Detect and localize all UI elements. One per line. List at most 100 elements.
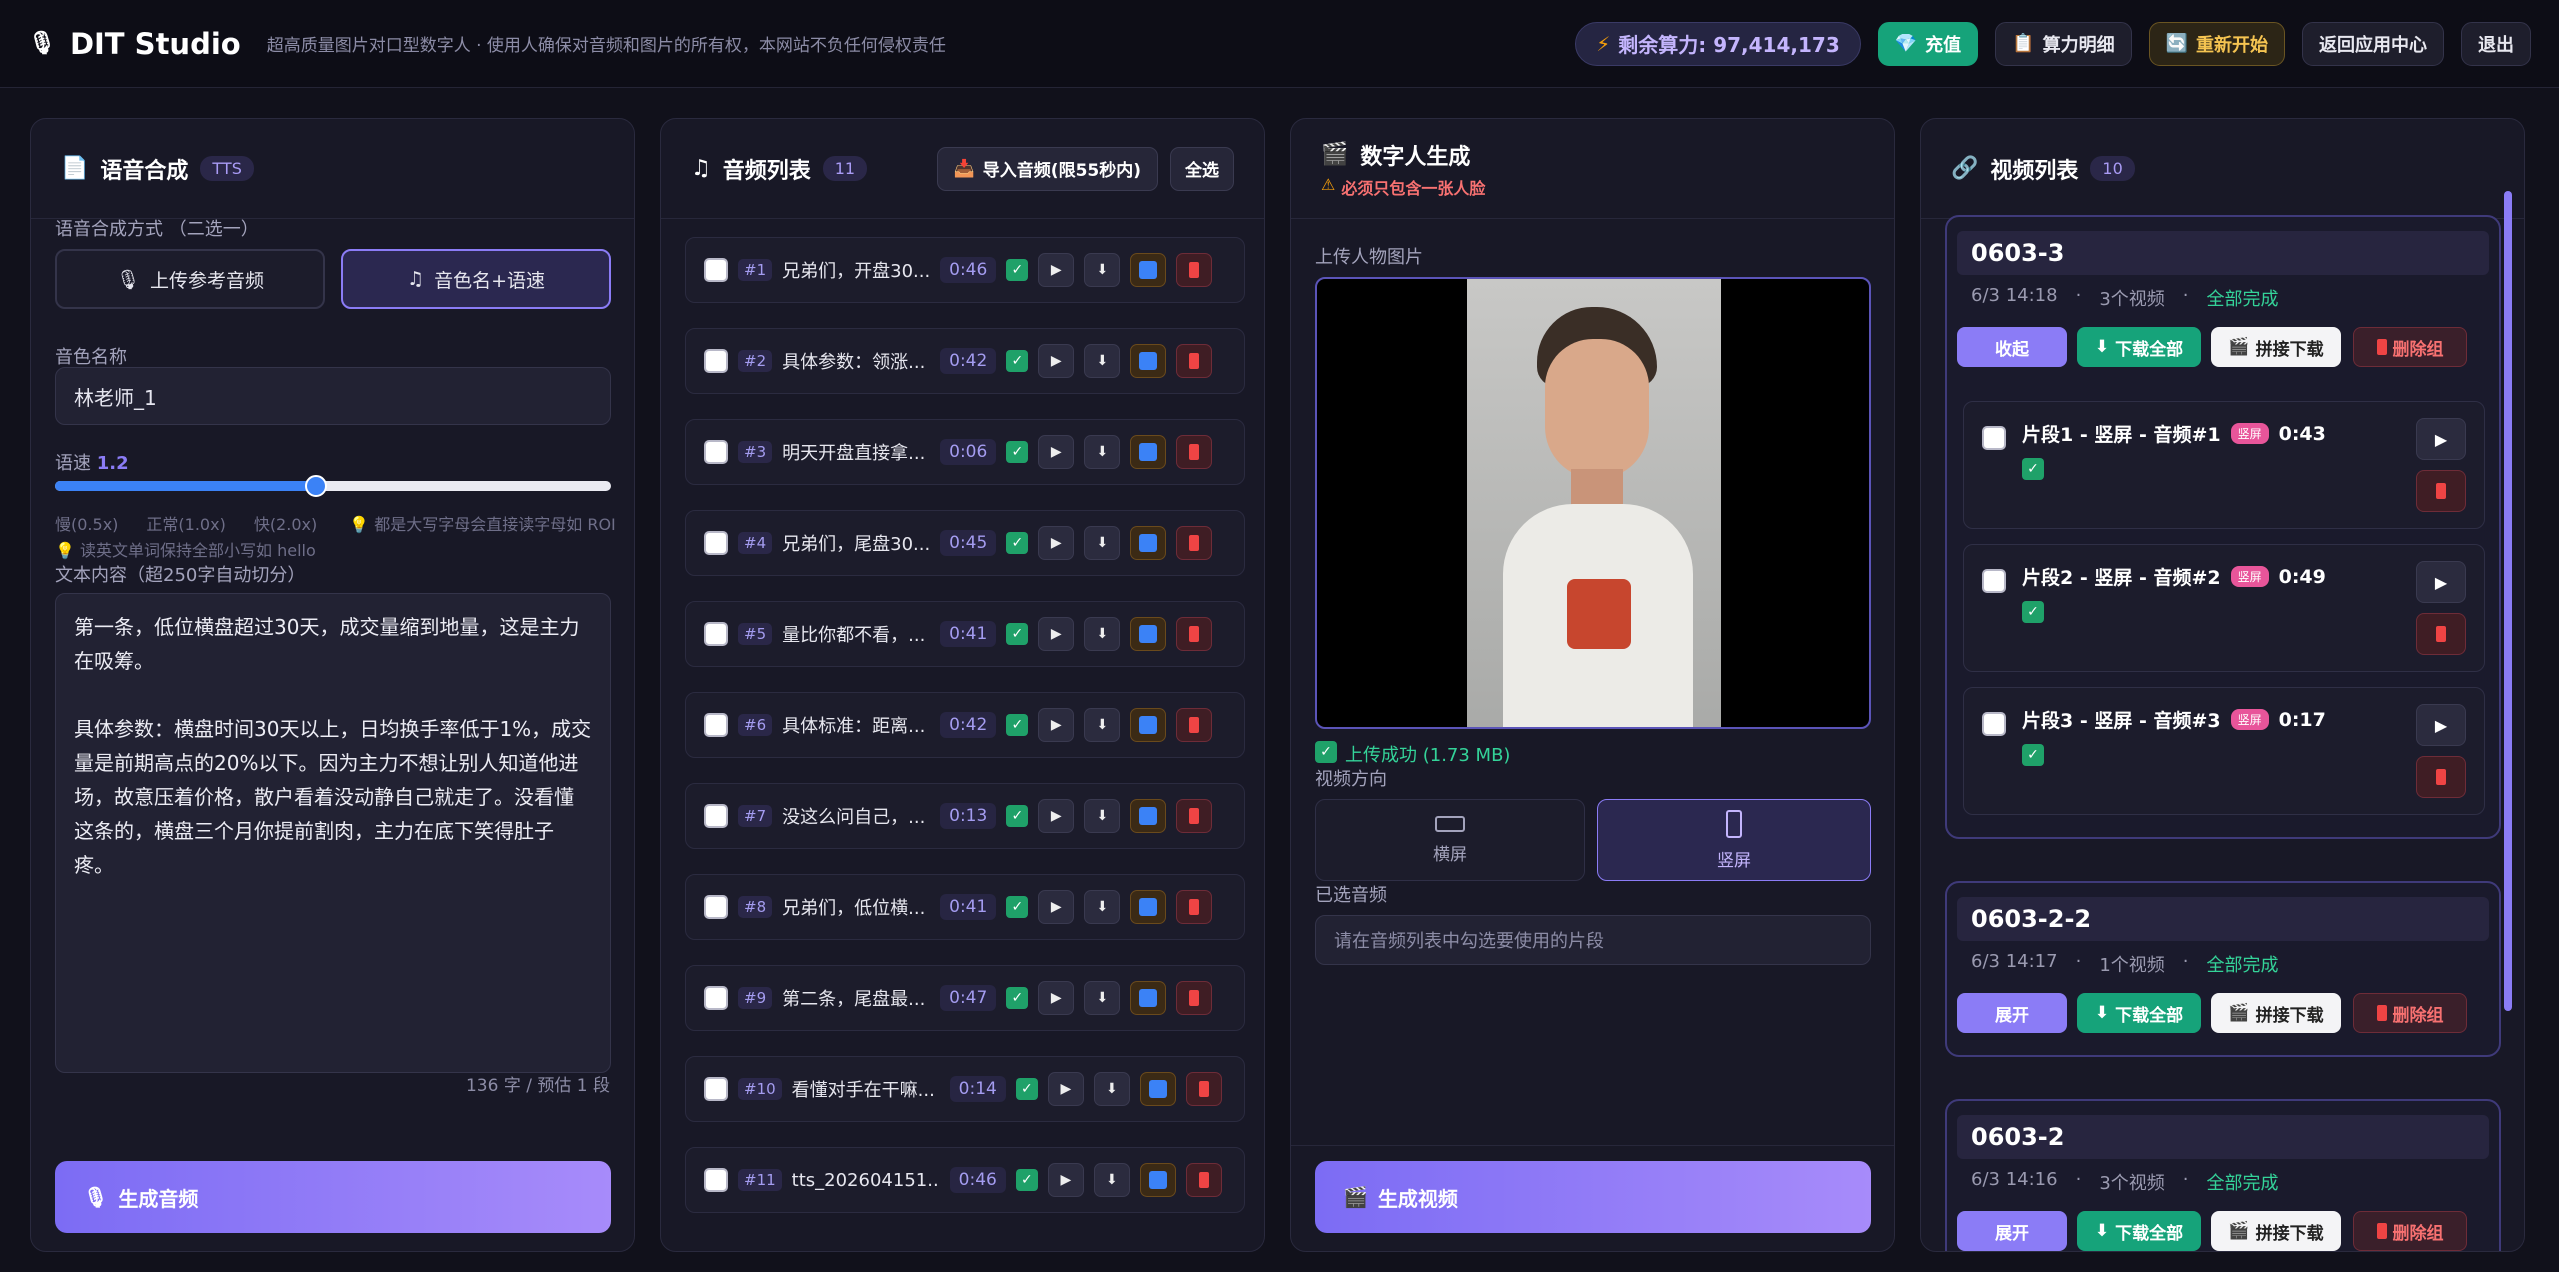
audio-checkbox[interactable] (704, 1168, 728, 1192)
audio-checkbox[interactable] (704, 622, 728, 646)
play-icon[interactable]: ▶ (2416, 561, 2466, 603)
audio-number: #8 (738, 896, 773, 918)
download-icon[interactable]: ⬇ (1084, 253, 1121, 287)
download-all-button[interactable]: ⬇ 下载全部 (2077, 1211, 2201, 1251)
refresh-icon[interactable] (1130, 253, 1167, 287)
segment-checkbox[interactable] (1982, 426, 2006, 450)
play-icon[interactable]: ▶ (1047, 1163, 1084, 1197)
video-list-scrollbar[interactable] (2504, 191, 2512, 1011)
trash-icon[interactable] (1185, 1163, 1222, 1197)
trash-icon[interactable] (1176, 344, 1213, 378)
segment-title: 片段3 - 竖屏 - 音频#3 竖屏 0:17 (2022, 708, 2326, 733)
audio-number: #7 (738, 805, 773, 827)
portrait-option[interactable]: 竖屏 (1597, 799, 1871, 881)
trash-icon[interactable] (2416, 470, 2466, 512)
delete-group-button[interactable]: 删除组 (2353, 327, 2467, 367)
play-icon[interactable]: ▶ (1038, 526, 1075, 560)
audio-checkbox[interactable] (704, 531, 728, 555)
segment-checkbox[interactable] (1982, 569, 2006, 593)
trash-icon[interactable] (1176, 981, 1213, 1015)
play-icon[interactable]: ▶ (1038, 708, 1075, 742)
landscape-option[interactable]: 横屏 (1315, 799, 1585, 881)
trash-icon[interactable] (1176, 617, 1213, 651)
select-all-button[interactable]: 全选 (1170, 146, 1234, 191)
download-icon[interactable]: ⬇ (1084, 617, 1121, 651)
logout-button[interactable]: 退出 (2461, 21, 2531, 66)
mode-voice-button[interactable]: ♫ 音色名+语速 (341, 249, 611, 309)
refresh-icon[interactable] (1130, 435, 1167, 469)
audio-checkbox[interactable] (704, 349, 728, 373)
audio-checkbox[interactable] (704, 713, 728, 737)
group-toggle-button[interactable]: 展开 (1957, 993, 2067, 1033)
billing-button[interactable]: 📋 算力明细 (1995, 21, 2132, 66)
mode-upload-button[interactable]: 🎙 上传参考音频 (55, 249, 325, 309)
refresh-icon[interactable] (1130, 617, 1167, 651)
trash-icon[interactable] (1176, 435, 1213, 469)
merge-download-button[interactable]: 🎬 拼接下载 (2211, 993, 2341, 1033)
play-icon[interactable]: ▶ (1038, 344, 1075, 378)
audio-checkbox[interactable] (704, 895, 728, 919)
merge-download-button[interactable]: 🎬 拼接下载 (2211, 327, 2341, 367)
play-icon[interactable]: ▶ (1038, 981, 1075, 1015)
refresh-icon[interactable] (1130, 981, 1167, 1015)
selected-audio-field: 请在音频列表中勾选要使用的片段 (1315, 915, 1871, 965)
download-icon[interactable]: ⬇ (1084, 435, 1121, 469)
download-icon[interactable]: ⬇ (1084, 344, 1121, 378)
audio-checkbox[interactable] (704, 258, 728, 282)
voice-name-input[interactable]: 林老师_1 (55, 367, 611, 425)
recharge-button[interactable]: 💎 充值 (1877, 21, 1979, 66)
trash-icon[interactable] (2416, 756, 2466, 798)
download-icon[interactable]: ⬇ (1084, 890, 1121, 924)
refresh-icon[interactable] (1130, 526, 1167, 560)
segment-checkbox[interactable] (1982, 712, 2006, 736)
play-icon[interactable]: ▶ (2416, 418, 2466, 460)
download-all-button[interactable]: ⬇ 下载全部 (2077, 993, 2201, 1033)
download-icon[interactable]: ⬇ (1093, 1163, 1130, 1197)
audio-checkbox[interactable] (704, 440, 728, 464)
play-icon[interactable]: ▶ (1038, 253, 1075, 287)
download-icon[interactable]: ⬇ (1084, 799, 1121, 833)
trash-icon[interactable] (1176, 526, 1213, 560)
portrait-upload-area[interactable] (1315, 277, 1871, 729)
play-icon[interactable]: ▶ (1038, 617, 1075, 651)
group-toggle-button[interactable]: 展开 (1957, 1211, 2067, 1251)
trash-icon[interactable] (1176, 799, 1213, 833)
download-icon[interactable]: ⬇ (1084, 526, 1121, 560)
download-icon[interactable]: ⬇ (1084, 708, 1121, 742)
merge-download-button[interactable]: 🎬 拼接下载 (2211, 1211, 2341, 1251)
refresh-icon[interactable] (1130, 799, 1167, 833)
play-icon[interactable]: ▶ (2416, 704, 2466, 746)
audio-checkbox[interactable] (704, 986, 728, 1010)
download-all-button[interactable]: ⬇ 下载全部 (2077, 327, 2201, 367)
play-icon[interactable]: ▶ (1038, 890, 1075, 924)
play-icon[interactable]: ▶ (1038, 435, 1075, 469)
play-icon[interactable]: ▶ (1038, 799, 1075, 833)
trash-icon[interactable] (1176, 253, 1213, 287)
audio-title: 兄弟们，低位横... (782, 898, 926, 919)
trash-icon[interactable] (1176, 890, 1213, 924)
speed-slider-handle[interactable] (305, 475, 328, 497)
refresh-icon[interactable] (1139, 1163, 1176, 1197)
trash-icon[interactable] (2416, 613, 2466, 655)
refresh-icon[interactable] (1130, 344, 1167, 378)
download-icon[interactable]: ⬇ (1084, 981, 1121, 1015)
refresh-icon[interactable] (1130, 708, 1167, 742)
trash-icon[interactable] (1176, 708, 1213, 742)
group-toggle-button[interactable]: 收起 (1957, 327, 2067, 367)
refresh-icon[interactable] (1130, 890, 1167, 924)
audio-checkbox[interactable] (704, 804, 728, 828)
delete-group-button[interactable]: 删除组 (2353, 1211, 2467, 1251)
play-icon[interactable]: ▶ (1047, 1072, 1084, 1106)
speed-slider-track[interactable] (55, 475, 611, 497)
back-to-apps-button[interactable]: 返回应用中心 (2302, 21, 2444, 66)
text-content-area[interactable]: 第一条，低位横盘超过30天，成交量缩到地量，这是主力在吸筹。 具体参数：横盘时间… (55, 593, 611, 1073)
delete-group-button[interactable]: 删除组 (2353, 993, 2467, 1033)
audio-checkbox[interactable] (704, 1077, 728, 1101)
download-icon[interactable]: ⬇ (1093, 1072, 1130, 1106)
refresh-icon[interactable] (1139, 1072, 1176, 1106)
trash-icon[interactable] (1185, 1072, 1222, 1106)
import-audio-button[interactable]: 📥 导入音频(限55秒内) (936, 146, 1158, 191)
generate-video-button[interactable]: 🎬 生成视频 (1315, 1161, 1871, 1233)
generate-audio-button[interactable]: 🎙 生成音频 (55, 1161, 611, 1233)
restart-button[interactable]: 🔄 重新开始 (2148, 21, 2285, 66)
